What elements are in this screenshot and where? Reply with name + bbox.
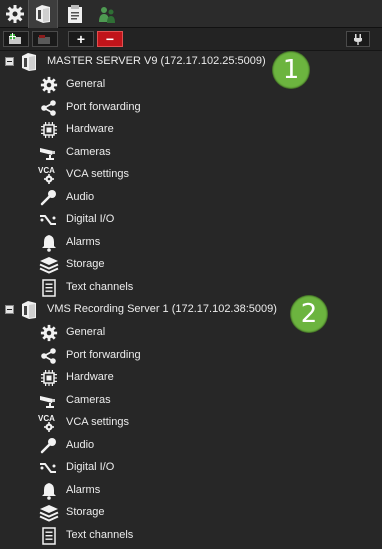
toolbar: + − xyxy=(0,28,382,51)
server-icon xyxy=(36,5,50,23)
tree-item-port-forwarding[interactable]: Port forwarding xyxy=(0,97,382,119)
tab-servers[interactable] xyxy=(28,0,58,28)
bell-icon xyxy=(38,233,60,253)
remove-server-icon xyxy=(38,35,50,44)
tab-clipboard[interactable] xyxy=(60,0,90,28)
digital-io-icon xyxy=(38,210,60,230)
gear-icon xyxy=(6,5,24,23)
document-icon xyxy=(38,526,60,546)
tree-item-text-channels[interactable]: Text channels xyxy=(0,277,382,299)
add-server-icon xyxy=(9,33,21,44)
vca-icon: VCA xyxy=(38,413,60,433)
tree-item-label: Alarms xyxy=(66,483,101,496)
tree-item-label: Audio xyxy=(66,190,95,203)
bell-icon xyxy=(38,481,60,501)
tree-item-cameras[interactable]: Cameras xyxy=(0,390,382,412)
tree-item-storage[interactable]: Storage xyxy=(0,254,382,276)
add-label: + xyxy=(76,31,86,47)
tree-item-label: Storage xyxy=(66,258,105,270)
tab-users[interactable] xyxy=(92,0,122,28)
collapse-toggle[interactable] xyxy=(5,305,14,314)
chip-icon xyxy=(38,120,60,140)
tree-item-hardware[interactable]: Hardware xyxy=(0,119,382,141)
remove-button[interactable]: − xyxy=(97,31,123,47)
tree-item-hardware[interactable]: Hardware xyxy=(0,367,382,389)
tree-item-label: Storage xyxy=(66,506,105,518)
chip-icon xyxy=(38,368,60,388)
server-label: MASTER SERVER V9 (172.17.102.25:5009) xyxy=(47,55,266,67)
document-icon xyxy=(38,278,60,298)
tree-item-audio[interactable]: Audio xyxy=(0,435,382,457)
tree-item-label: Hardware xyxy=(66,123,114,135)
tree-item-label: Port forwarding xyxy=(66,100,141,113)
users-icon xyxy=(99,7,115,23)
microphone-icon xyxy=(38,436,60,456)
digital-io-icon xyxy=(38,458,60,478)
tree-item-label: General xyxy=(66,78,106,90)
tree-item-alarms[interactable]: Alarms xyxy=(0,480,382,502)
tree-item-cameras[interactable]: Cameras xyxy=(0,142,382,164)
tree-item-label: Audio xyxy=(66,438,95,451)
tree-item-port-forwarding[interactable]: Port forwarding xyxy=(0,345,382,367)
tree-item-digital-i-o[interactable]: Digital I/O xyxy=(0,209,382,231)
vca-icon: VCA xyxy=(38,165,60,185)
add-button[interactable]: + xyxy=(68,31,94,47)
collapse-toggle[interactable] xyxy=(5,57,14,66)
add-server-button[interactable] xyxy=(3,31,29,47)
tree-item-text-channels[interactable]: Text channels xyxy=(0,525,382,547)
tree-item-general[interactable]: General xyxy=(0,74,382,96)
tree-item-label: Hardware xyxy=(66,371,114,383)
storage-icon xyxy=(38,255,60,275)
tree-item-label: General xyxy=(66,326,106,338)
tree-item-label: Cameras xyxy=(66,145,111,158)
storage-icon xyxy=(38,503,60,523)
plugin-button[interactable] xyxy=(346,31,370,47)
tab-settings[interactable] xyxy=(0,0,30,28)
remove-label: − xyxy=(105,31,115,47)
tab-bar xyxy=(0,0,382,28)
tree-item-label: Cameras xyxy=(66,393,111,406)
tree-item-storage[interactable]: Storage xyxy=(0,502,382,524)
tree-item-label: Port forwarding xyxy=(66,348,141,361)
camera-icon xyxy=(38,143,60,163)
tree-item-label: Alarms xyxy=(66,235,101,248)
share-icon xyxy=(38,98,60,118)
tree-item-label: Text channels xyxy=(66,528,134,541)
tree-item-label: Digital I/O xyxy=(66,461,115,473)
gear-icon xyxy=(38,75,60,95)
tree-item-label: VCA settings xyxy=(66,416,129,428)
svg-text:VCA: VCA xyxy=(38,166,55,175)
svg-text:VCA: VCA xyxy=(38,414,55,423)
plug-icon xyxy=(354,34,362,45)
clipboard-icon xyxy=(68,5,82,23)
tree-item-label: Digital I/O xyxy=(66,213,115,225)
tree-item-vca-settings[interactable]: VCA VCA settings xyxy=(0,412,382,434)
server-label: VMS Recording Server 1 (172.17.102.38:50… xyxy=(47,303,277,315)
tree-item-alarms[interactable]: Alarms xyxy=(0,232,382,254)
server-node[interactable]: MASTER SERVER V9 (172.17.102.25:5009) xyxy=(0,51,382,73)
microphone-icon xyxy=(38,188,60,208)
tree-item-audio[interactable]: Audio xyxy=(0,187,382,209)
tree-item-digital-i-o[interactable]: Digital I/O xyxy=(0,457,382,479)
tree-item-label: VCA settings xyxy=(66,168,129,180)
tree-item-general[interactable]: General xyxy=(0,322,382,344)
tree-item-label: Text channels xyxy=(66,280,134,293)
gear-icon xyxy=(38,323,60,343)
camera-icon xyxy=(38,391,60,411)
tree-item-vca-settings[interactable]: VCA VCA settings xyxy=(0,164,382,186)
remove-server-button[interactable] xyxy=(32,31,58,47)
share-icon xyxy=(38,346,60,366)
